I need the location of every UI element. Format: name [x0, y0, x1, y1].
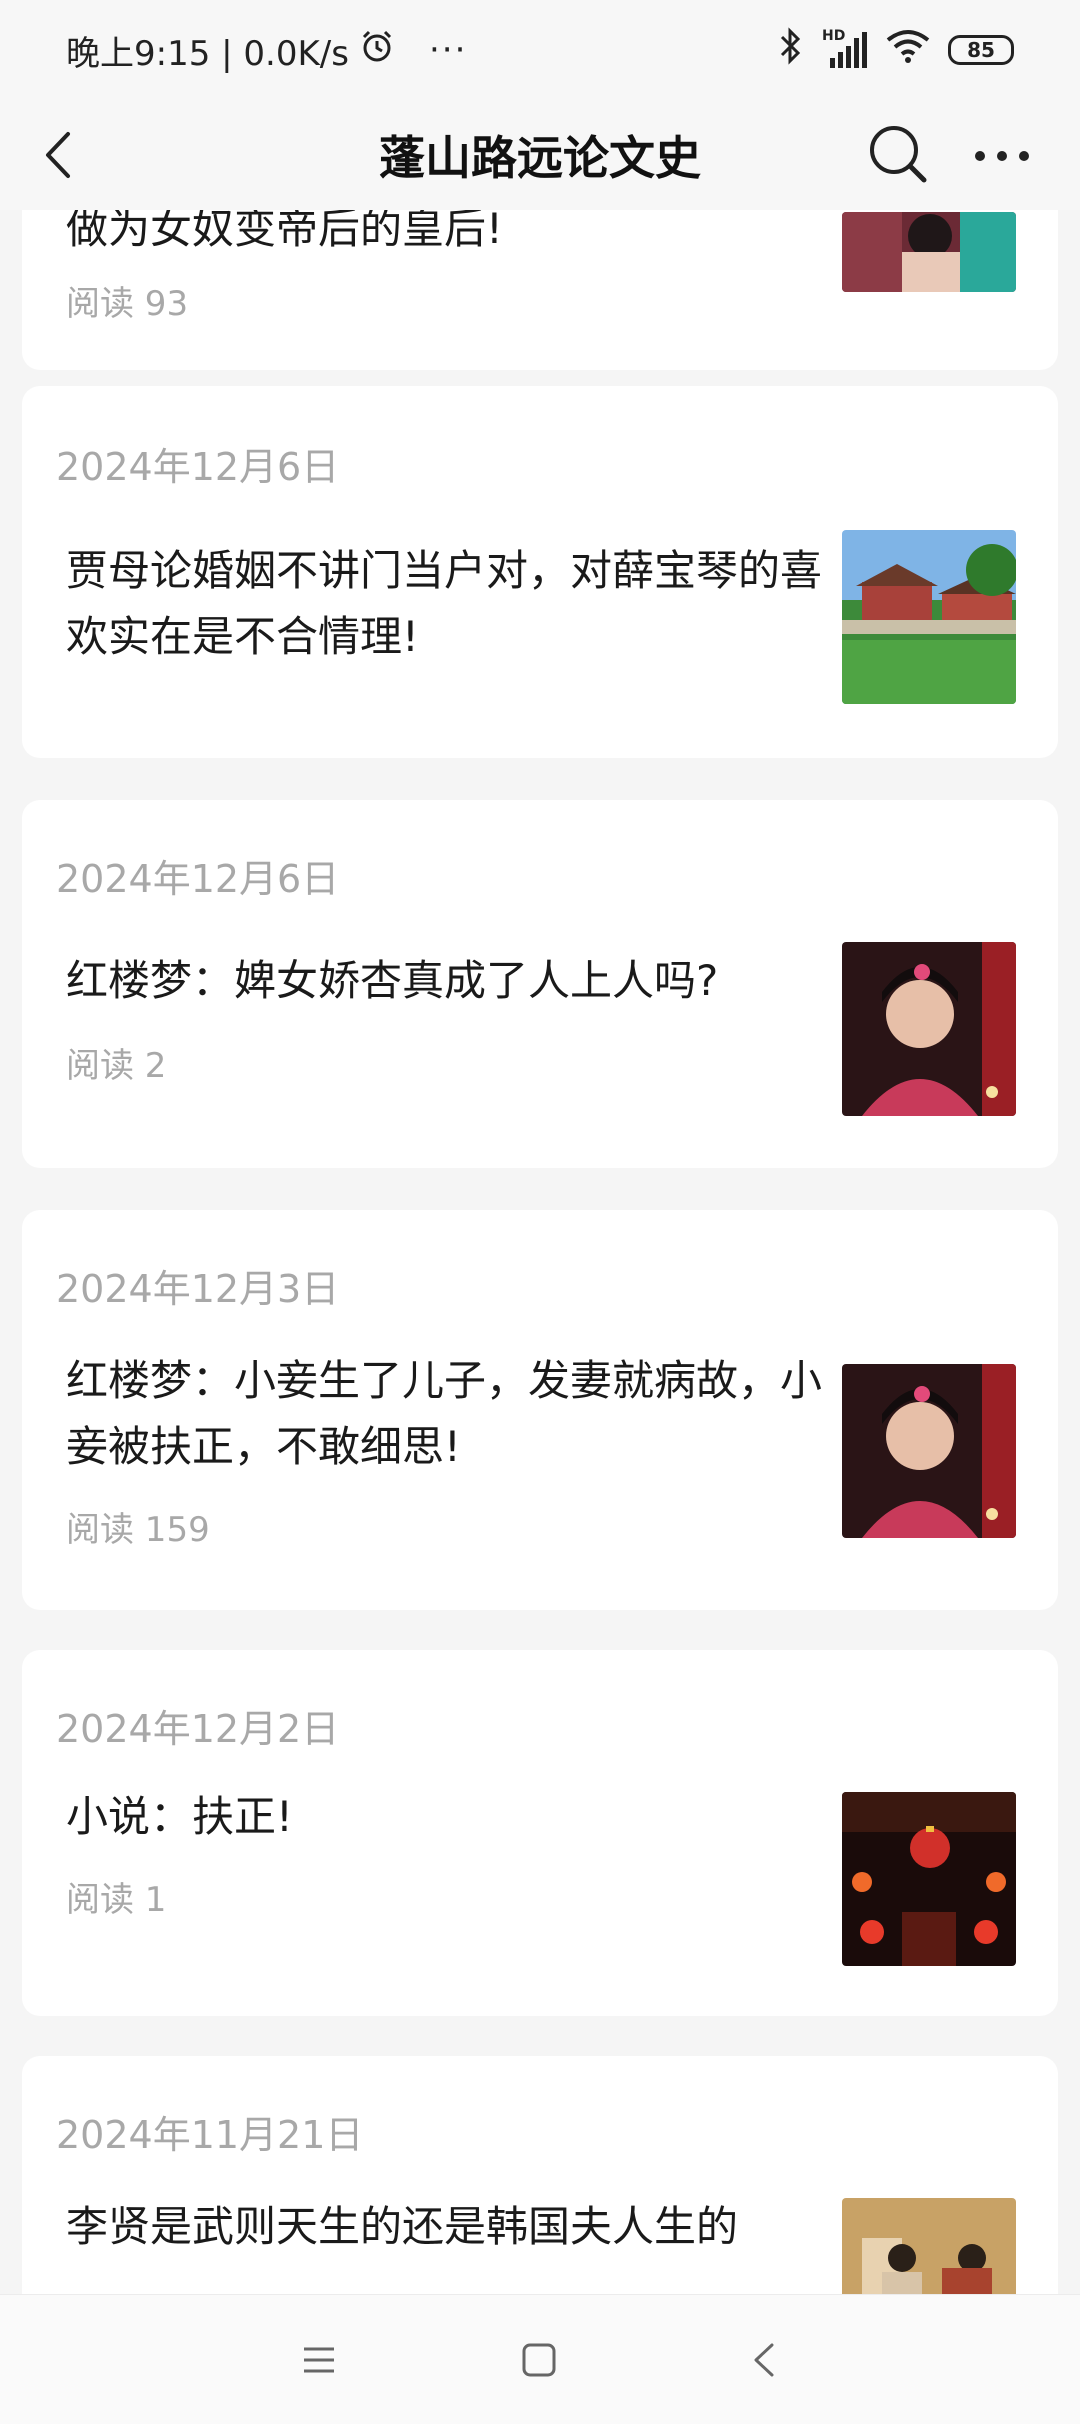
battery-indicator: 85	[948, 35, 1014, 65]
menu-icon[interactable]	[296, 2337, 342, 2383]
status-bar: 晚上9:15 | 0.0K/s ··· HD 85	[0, 0, 1080, 100]
article-title: 红楼梦：小妾生了儿子，发妻就病故，小妾被扶正，不敢细思!	[66, 1356, 823, 1471]
article-thumbnail	[842, 942, 1016, 1116]
article-card[interactable]: 2024年12月6日 贾母论婚姻不讲门当户对，对薛宝琴的喜欢实在是不合情理!	[22, 386, 1058, 758]
article-thumbnail	[842, 212, 1016, 292]
search-icon[interactable]	[866, 122, 930, 186]
alarm-clock-icon	[359, 28, 395, 73]
article-card[interactable]: 2024年12月3日 红楼梦：小妾生了儿子，发妻就病故，小妾被扶正，不敢细思! …	[22, 1210, 1058, 1610]
article-date: 2024年12月6日	[56, 445, 340, 489]
article-title: 小说：扶正!	[66, 1792, 293, 1841]
back-triangle-icon[interactable]	[742, 2337, 788, 2383]
article-card[interactable]: 做为女奴变帝后的皇后! 阅读 93	[22, 210, 1058, 370]
article-title: 李贤是武则天生的还是韩国夫人生的	[66, 2202, 739, 2251]
article-card[interactable]: 2024年12月2日 小说：扶正! 阅读 1	[22, 1650, 1058, 2016]
wifi-icon	[886, 28, 930, 73]
system-navigation-bar	[0, 2294, 1080, 2424]
home-square-icon[interactable]	[516, 2337, 562, 2383]
article-thumbnail	[842, 1364, 1016, 1538]
article-read-count: 阅读 159	[66, 1510, 210, 1550]
article-read-count: 阅读 2	[66, 1046, 167, 1086]
article-card[interactable]: 2024年12月6日 红楼梦：婢女娇杏真成了人上人吗? 阅读 2	[22, 800, 1058, 1168]
top-navigation-bar: 蓬山路远论文史	[0, 100, 1080, 210]
article-title: 做为女奴变帝后的皇后!	[66, 210, 503, 253]
article-date: 2024年12月3日	[56, 1267, 340, 1311]
article-date: 2024年12月2日	[56, 1707, 340, 1751]
article-title: 贾母论婚姻不讲门当户对，对薛宝琴的喜欢实在是不合情理!	[66, 546, 823, 661]
article-title: 红楼梦：婢女娇杏真成了人上人吗?	[66, 956, 719, 1005]
ellipsis-icon: ···	[428, 30, 468, 70]
chevron-left-icon[interactable]	[34, 128, 88, 182]
status-time-speed: 晚上9:15 | 0.0K/s	[66, 33, 349, 74]
article-thumbnail	[842, 2198, 1016, 2294]
more-icon[interactable]	[970, 124, 1034, 188]
status-left: 晚上9:15 | 0.0K/s ···	[66, 26, 467, 75]
article-read-count: 阅读 1	[66, 1880, 167, 1920]
article-date: 2024年11月21日	[56, 2113, 364, 2157]
cellular-signal-icon: HD	[822, 28, 868, 70]
article-card[interactable]: 2024年11月21日 李贤是武则天生的还是韩国夫人生的	[22, 2056, 1058, 2294]
article-date: 2024年12月6日	[56, 857, 340, 901]
page-title: 蓬山路远论文史	[379, 131, 701, 185]
bluetooth-icon	[778, 26, 804, 75]
article-read-count: 阅读 93	[66, 284, 189, 324]
article-thumbnail	[842, 1792, 1016, 1966]
status-right: HD 85	[778, 26, 1014, 75]
article-thumbnail	[842, 530, 1016, 704]
article-list: 做为女奴变帝后的皇后! 阅读 93 2024年12月6日 贾母论婚姻不讲门当户对…	[0, 210, 1080, 2294]
